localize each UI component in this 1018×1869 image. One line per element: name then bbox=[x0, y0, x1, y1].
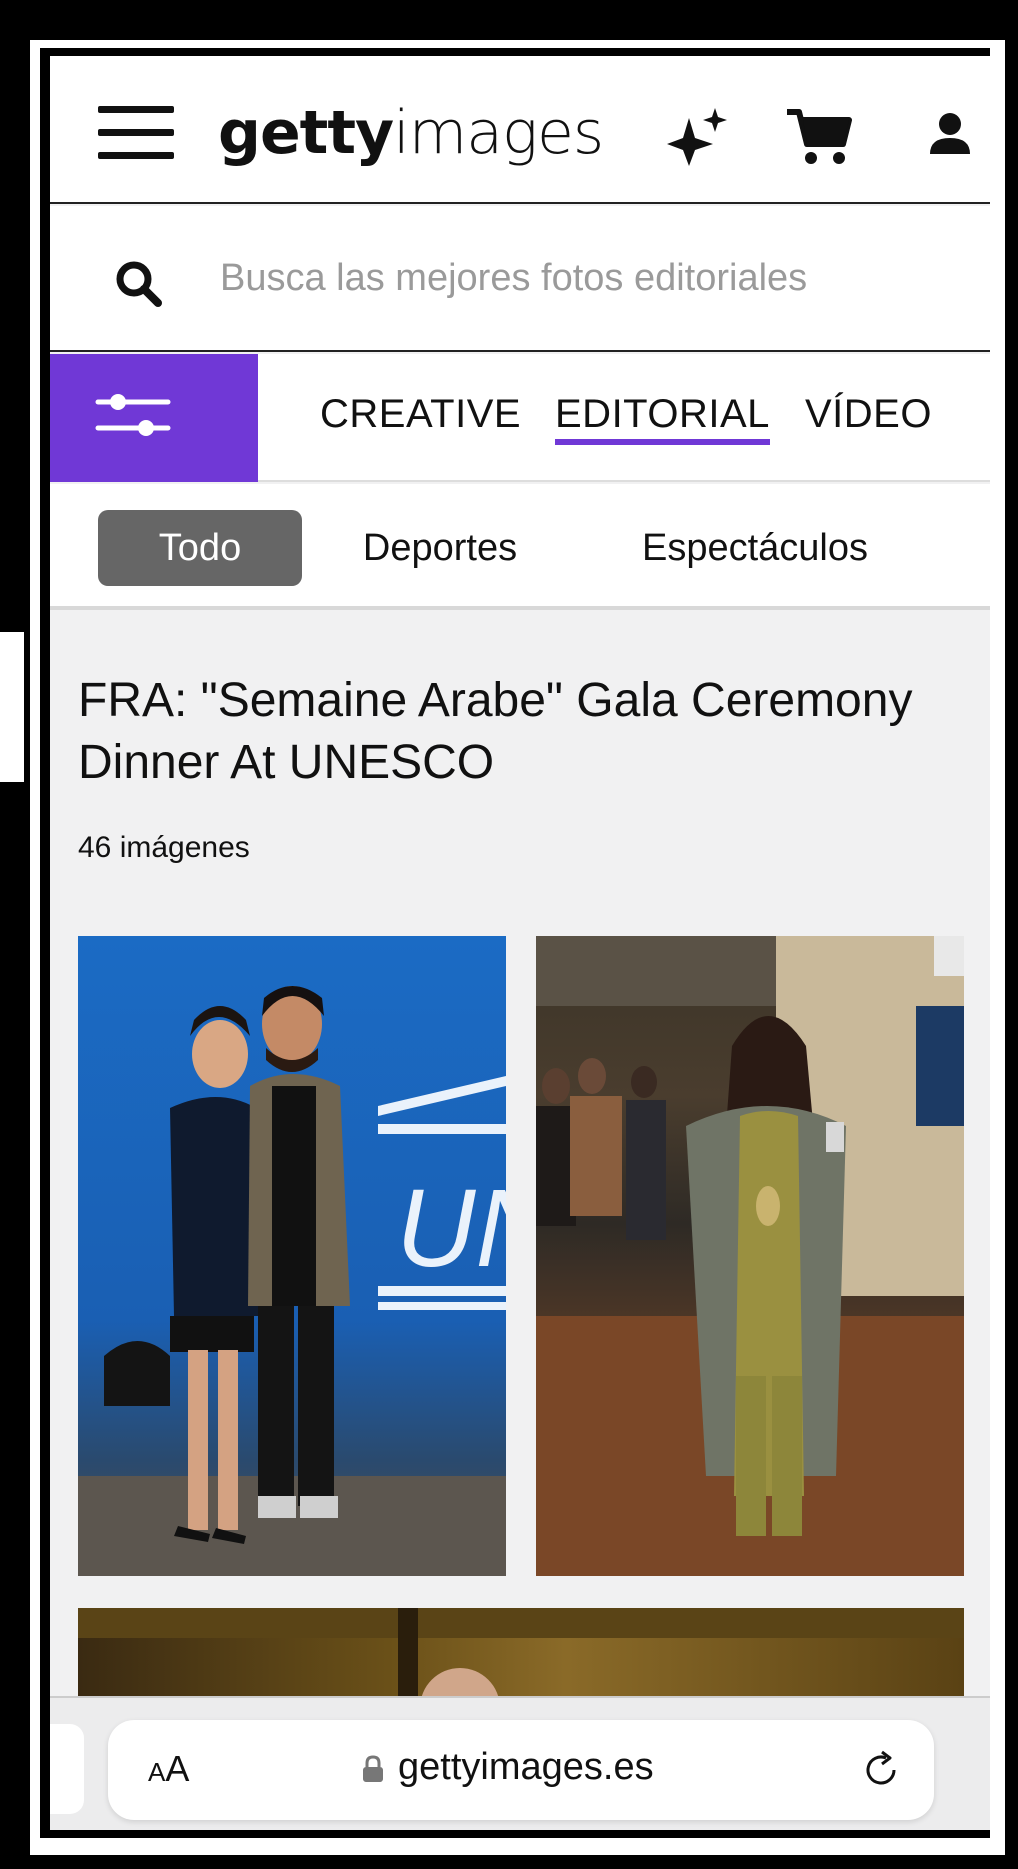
text-size-small: A bbox=[148, 1757, 166, 1787]
logo-bold-text: getty bbox=[218, 98, 394, 168]
category-todo[interactable]: Todo bbox=[98, 510, 302, 586]
category-deportes[interactable]: Deportes bbox=[350, 510, 530, 586]
phone-screen: gettyimages Busca las mejores fotos edit… bbox=[50, 56, 990, 1830]
search-bar bbox=[50, 206, 990, 352]
tab-video[interactable]: VÍDEO bbox=[805, 392, 932, 437]
content-type-tabs: CREATIVE EDITORIAL VÍDEO bbox=[50, 354, 990, 482]
text-size-button[interactable]: AA bbox=[148, 1748, 189, 1790]
sliders-icon bbox=[95, 394, 171, 436]
filter-button[interactable] bbox=[50, 354, 258, 482]
event-photo-2[interactable] bbox=[536, 936, 964, 1576]
getty-logo[interactable]: gettyimages bbox=[218, 98, 604, 168]
photo-2-illustration bbox=[536, 936, 964, 1576]
svg-text:UNE: UNE bbox=[396, 1167, 506, 1290]
account-icon[interactable] bbox=[920, 104, 980, 168]
search-icon[interactable] bbox=[114, 259, 164, 313]
hamburger-menu-icon[interactable] bbox=[98, 106, 174, 160]
site-header: gettyimages bbox=[50, 56, 990, 204]
category-filters: Todo Deportes Espectáculos bbox=[50, 484, 990, 610]
event-photo-1[interactable]: UNE bbox=[78, 936, 506, 1576]
address-bar[interactable]: AA gettyimages.es bbox=[108, 1720, 934, 1820]
photo-1-illustration: UNE bbox=[78, 986, 506, 1576]
url-text[interactable]: gettyimages.es bbox=[398, 1746, 654, 1789]
category-espectaculos[interactable]: Espectáculos bbox=[630, 510, 880, 586]
event-title[interactable]: FRA: "Semaine Arabe" Gala Ceremony Dinne… bbox=[78, 670, 938, 794]
logo-light-text: images bbox=[393, 98, 604, 168]
cart-icon[interactable] bbox=[785, 104, 855, 168]
tab-editorial[interactable]: EDITORIAL bbox=[555, 392, 770, 445]
sparkle-icon[interactable] bbox=[665, 104, 735, 168]
browser-toolbar: AA gettyimages.es bbox=[50, 1696, 990, 1830]
image-count: 46 imágenes bbox=[78, 831, 250, 864]
search-input[interactable] bbox=[220, 252, 940, 304]
previous-tab-stub[interactable] bbox=[50, 1724, 84, 1814]
lock-icon bbox=[362, 1755, 384, 1787]
text-size-big: A bbox=[165, 1748, 190, 1789]
side-marker bbox=[0, 632, 24, 782]
tab-creative[interactable]: CREATIVE bbox=[320, 392, 521, 437]
reload-icon[interactable] bbox=[860, 1748, 904, 1796]
